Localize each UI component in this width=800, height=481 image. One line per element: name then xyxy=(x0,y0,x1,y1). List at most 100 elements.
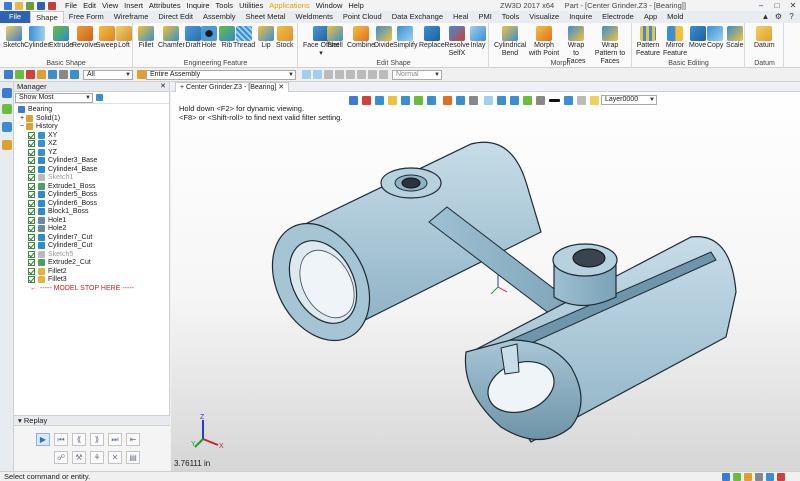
menu-attributes[interactable]: Attributes xyxy=(146,0,184,11)
show-mode-select[interactable]: Show Most ▼ xyxy=(15,93,93,103)
menu-applications[interactable]: Applications xyxy=(266,0,312,11)
collapse-icon[interactable]: ▾ xyxy=(18,416,22,425)
visibility-checkbox[interactable] xyxy=(28,267,35,275)
thread-button[interactable]: Thread xyxy=(233,26,255,50)
tab-weldments[interactable]: Weldments xyxy=(291,11,338,23)
draft-button[interactable]: Draft xyxy=(185,26,201,50)
lip-button[interactable]: Lip xyxy=(258,26,274,50)
tab-mold[interactable]: Mold xyxy=(662,11,688,23)
help-icon[interactable]: ? xyxy=(787,12,796,21)
model-stop-marker[interactable]: ← ----- MODEL STOP HERE ----- xyxy=(14,284,170,293)
tab-wireframe[interactable]: Wireframe xyxy=(109,11,154,23)
polygon-select-icon[interactable] xyxy=(335,70,344,79)
replay-prev-button[interactable]: ⟪ xyxy=(72,433,86,446)
visibility-checkbox[interactable] xyxy=(28,157,35,164)
status-view-icon[interactable] xyxy=(722,473,730,481)
tab-assembly[interactable]: Assembly xyxy=(198,11,241,23)
open-file-icon[interactable] xyxy=(26,1,34,10)
minimize-icon[interactable]: – xyxy=(754,0,768,11)
shell-button[interactable]: Shell xyxy=(327,26,343,50)
visibility-checkbox[interactable] xyxy=(28,182,35,190)
tab-app[interactable]: App xyxy=(639,11,662,23)
cylindrical-bend-button[interactable]: Cylindrical Bend xyxy=(494,26,526,58)
app-logo-icon[interactable] xyxy=(4,1,12,10)
sketch-button[interactable]: Sketch xyxy=(3,26,24,50)
bearing-part-model[interactable] xyxy=(171,82,800,471)
visibility-checkbox[interactable] xyxy=(28,208,35,215)
pick-icon[interactable] xyxy=(4,70,13,79)
replay-reset-button[interactable]: ⇤ xyxy=(126,433,140,446)
tree-search-icon[interactable] xyxy=(96,94,103,101)
replay-list-button[interactable]: ▤ xyxy=(126,451,140,464)
extrude-button[interactable]: Extrude xyxy=(49,26,73,50)
properties-tab-icon[interactable] xyxy=(2,140,12,150)
close-icon[interactable]: ✕ xyxy=(786,0,800,11)
menu-inquire[interactable]: Inquire xyxy=(184,0,213,11)
tab-point-cloud[interactable]: Point Cloud xyxy=(338,11,387,23)
ribbon-minimize-icon[interactable]: ▲ xyxy=(761,12,770,21)
pick-tool-icon[interactable] xyxy=(302,70,311,79)
fillet-button[interactable]: Fillet xyxy=(138,26,154,50)
replay-play-button[interactable]: ▶ xyxy=(36,433,50,446)
menu-insert[interactable]: Insert xyxy=(121,0,146,11)
deselect-icon[interactable] xyxy=(26,70,35,79)
outside-icon[interactable] xyxy=(368,70,377,79)
graphics-viewport[interactable]: + Center Grinder.Z3 - [Bearing] ✕ Layer0… xyxy=(171,82,800,471)
tab-sheet-metal[interactable]: Sheet Metal xyxy=(241,11,291,23)
menu-tools[interactable]: Tools xyxy=(213,0,237,11)
assembly-scope-icon[interactable] xyxy=(137,70,146,79)
filter-icon[interactable] xyxy=(37,70,46,79)
visibility-checkbox[interactable] xyxy=(28,191,35,198)
undo-icon[interactable] xyxy=(48,1,56,10)
resolve-selfx-button[interactable]: Resolve SelfX xyxy=(444,26,470,58)
replay-next-button[interactable]: ⟫ xyxy=(90,433,104,446)
status-units-icon[interactable] xyxy=(755,473,763,481)
replay-tool-2-button[interactable]: ⚒ xyxy=(72,451,86,464)
inlay-button[interactable]: Inlay xyxy=(470,26,486,50)
tab-heal[interactable]: Heal xyxy=(448,11,473,23)
visibility-checkbox[interactable] xyxy=(28,199,35,207)
replay-last-button[interactable]: ⏭ xyxy=(108,433,122,446)
crossing-icon[interactable] xyxy=(346,70,355,79)
face-filter-icon[interactable] xyxy=(48,70,57,79)
move-button[interactable]: Move xyxy=(689,26,706,50)
maximize-icon[interactable]: □ xyxy=(770,0,784,11)
visibility-checkbox[interactable] xyxy=(28,259,35,266)
replay-first-button[interactable]: ⏮ xyxy=(54,433,68,446)
visibility-checkbox[interactable] xyxy=(28,242,35,249)
visibility-checkbox[interactable] xyxy=(28,174,35,181)
box-select-icon[interactable] xyxy=(313,70,322,79)
menu-file[interactable]: File xyxy=(62,0,80,11)
tab-free-form[interactable]: Free Form xyxy=(64,11,109,23)
history-tab-icon[interactable] xyxy=(2,104,12,114)
visibility-checkbox[interactable] xyxy=(28,148,35,156)
tab-tools[interactable]: Tools xyxy=(497,11,525,23)
scope-select[interactable]: Entire Assembly ▼ xyxy=(146,70,296,80)
datum-button[interactable]: Datum xyxy=(754,26,775,50)
loft-button[interactable]: Loft xyxy=(116,26,132,50)
new-file-icon[interactable] xyxy=(15,1,23,10)
simplify-button[interactable]: Simplify xyxy=(393,26,418,50)
filter-select[interactable]: All ▼ xyxy=(83,70,133,80)
visibility-checkbox[interactable] xyxy=(28,233,35,241)
replace-button[interactable]: Replace xyxy=(419,26,445,50)
tab-visualize[interactable]: Visualize xyxy=(524,11,564,23)
status-snap-icon[interactable] xyxy=(733,473,741,481)
status-record-icon[interactable] xyxy=(766,473,774,481)
visibility-checkbox[interactable] xyxy=(28,140,35,147)
pattern-feature-button[interactable]: Pattern Feature xyxy=(635,26,661,58)
replay-delete-button[interactable]: ✕ xyxy=(108,451,122,464)
menu-utilities[interactable]: Utilities xyxy=(236,0,266,11)
tab-shape[interactable]: Shape xyxy=(30,11,64,23)
chamfer-button[interactable]: Chamfer xyxy=(158,26,185,50)
revolve-button[interactable]: Revolve xyxy=(72,26,97,50)
hole-button[interactable]: Hole xyxy=(201,26,217,50)
menu-window[interactable]: Window xyxy=(313,0,346,11)
tab-electrode[interactable]: Electrode xyxy=(597,11,639,23)
tab-inquire[interactable]: Inquire xyxy=(564,11,597,23)
lasso-icon[interactable] xyxy=(324,70,333,79)
tab-direct-edit[interactable]: Direct Edit xyxy=(153,11,198,23)
mirror-feature-button[interactable]: Mirror Feature xyxy=(663,26,687,58)
body-filter-icon[interactable] xyxy=(70,70,79,79)
manager-tab-icon[interactable] xyxy=(2,88,12,98)
